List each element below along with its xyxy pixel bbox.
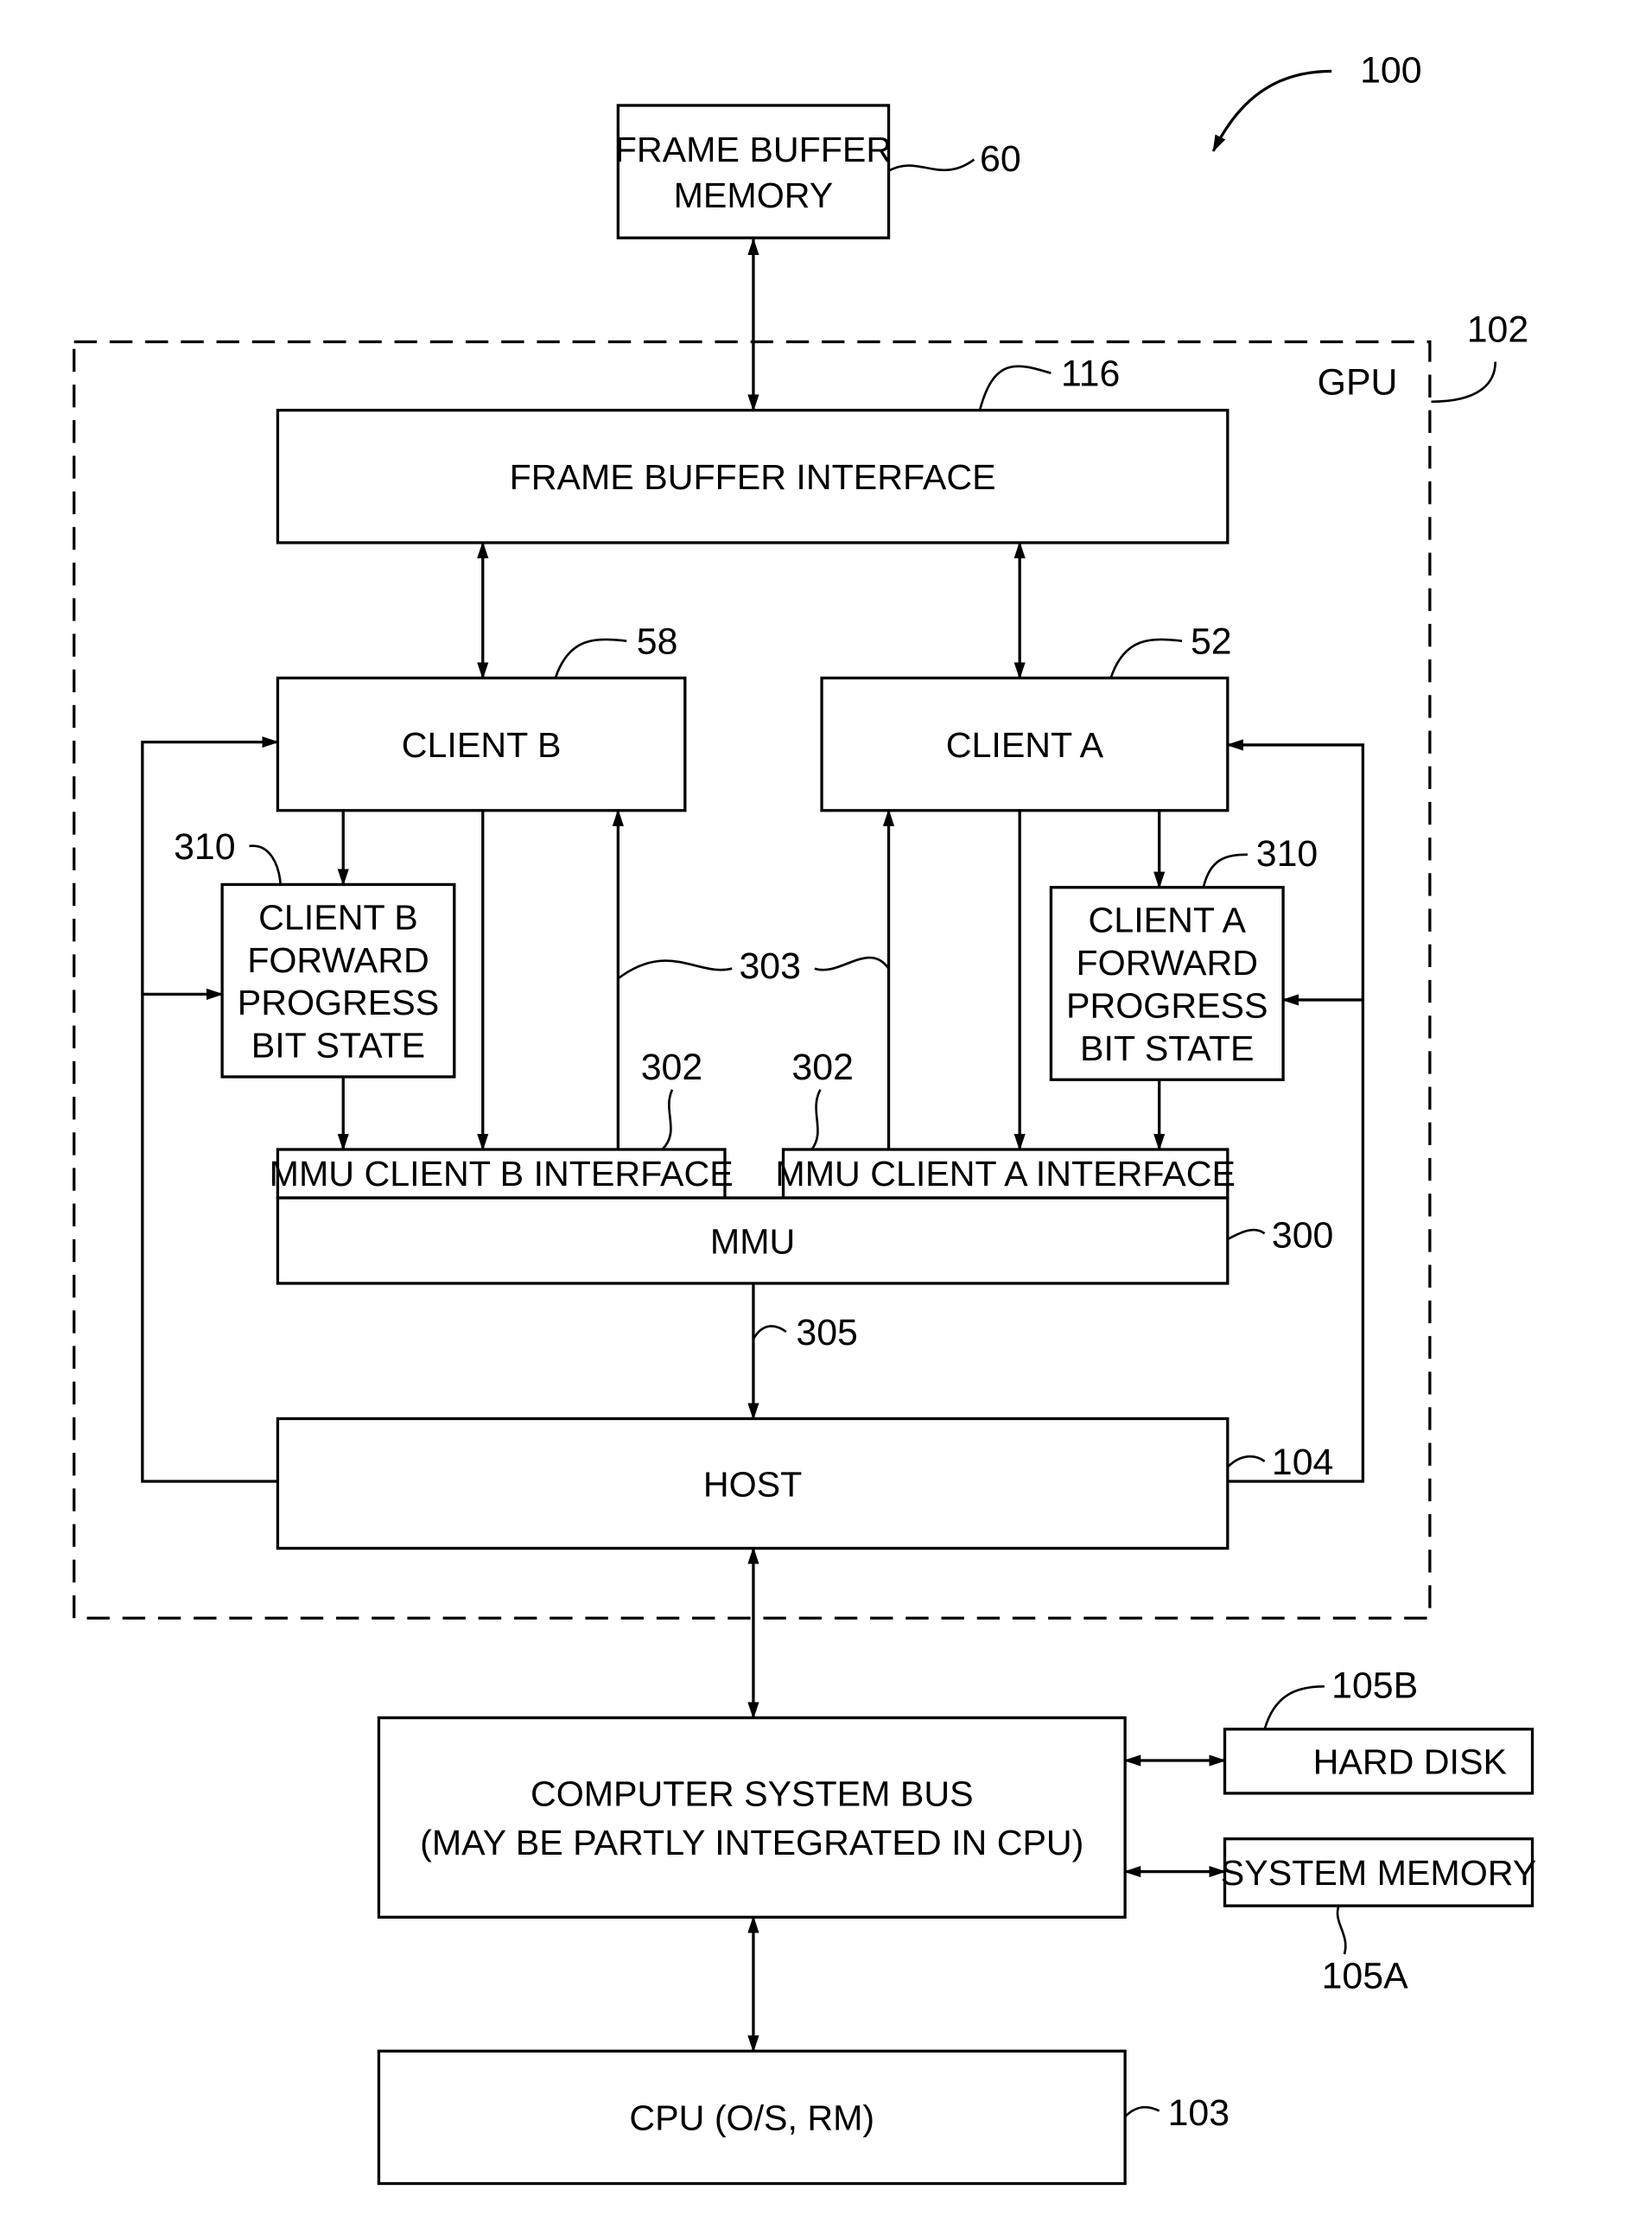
- ref-305-leader: [752, 1325, 787, 1340]
- ref-310-a-leader: [1202, 853, 1248, 888]
- client-b-fp-block: CLIENT BFORWARDPROGRESS BIT STATE: [220, 882, 456, 1079]
- host-block: HOST: [276, 1417, 1229, 1550]
- system-bus-label: (MAY BE PARTLY INTEGRATED IN CPU): [420, 1823, 1083, 1862]
- client-b-fp-label: BIT STATE: [251, 1026, 425, 1066]
- ref-103-leader: [1124, 2105, 1160, 2117]
- ref-105b: 105B: [1263, 1665, 1418, 1730]
- mmu-label: MMU: [710, 1221, 795, 1261]
- ref-310-b: 310: [174, 826, 283, 885]
- mmu-client-a-interface-label: MMU CLIENT A INTERFACE: [775, 1154, 1236, 1194]
- ref-116-number: 116: [1061, 353, 1120, 395]
- ref-300-leader: [1227, 1228, 1266, 1241]
- client-a-fp-block: CLIENT AFORWARDPROGRESSBIT STATE: [1049, 886, 1285, 1081]
- frame-buffer-interface-block: FRAME BUFFER INTERFACE: [276, 408, 1229, 544]
- system-memory-block: SYSTEM MEMORY: [1221, 1837, 1536, 1907]
- client-b-fp-label: CLIENT B: [258, 897, 418, 937]
- hard-disk-label: HARD DISK: [1313, 1742, 1508, 1782]
- ref-60-number: 60: [980, 138, 1021, 180]
- gpu-label: GPU: [1318, 362, 1398, 404]
- ref-105a: 105A: [1322, 1905, 1408, 1997]
- ref-302-b-number: 302: [641, 1047, 702, 1088]
- ref-116-leader: [978, 365, 1052, 411]
- ref-302-b: 302: [641, 1047, 702, 1150]
- ref-305-number: 305: [796, 1312, 857, 1353]
- ref-302-b-leader: [661, 1089, 674, 1150]
- client-b-label: CLIENT B: [402, 725, 562, 765]
- ref-302-a: 302: [791, 1047, 854, 1150]
- client-a-fp-label: PROGRESS: [1066, 986, 1268, 1026]
- client-a-fp-label: FORWARD: [1076, 943, 1258, 983]
- ref-105a-leader: [1336, 1905, 1347, 1955]
- ref-105b-leader: [1263, 1685, 1325, 1730]
- client-b-block: CLIENT B: [276, 676, 687, 812]
- ref-300: 300: [1227, 1215, 1333, 1257]
- mmu-client-b-interface-block: MMU CLIENT B INTERFACE: [270, 1148, 734, 1200]
- client-a-fp-label: BIT STATE: [1080, 1028, 1254, 1068]
- ref-116: 116: [978, 353, 1120, 411]
- ref-302-a-number: 302: [791, 1047, 853, 1088]
- gpu-ref-number: 102: [1467, 309, 1528, 351]
- ref-310-b-number: 310: [174, 826, 235, 868]
- ref-52-number: 52: [1191, 621, 1232, 662]
- client-a-label: CLIENT A: [946, 725, 1104, 765]
- figure-ref-arrow: [1211, 69, 1332, 153]
- ref-310-a: 310: [1202, 833, 1318, 888]
- client-b-fp-label: PROGRESS: [238, 983, 439, 1022]
- ref-58-number: 58: [637, 621, 678, 662]
- system-bus-box: [377, 1716, 1127, 1919]
- ref-60: 60: [887, 138, 1021, 180]
- mmu-block: MMU: [276, 1196, 1229, 1285]
- system-memory-label: SYSTEM MEMORY: [1221, 1853, 1536, 1893]
- ref-305: 305: [752, 1312, 858, 1353]
- ref-103-number: 103: [1168, 2092, 1229, 2134]
- mmu-client-a-interface-block: MMU CLIENT A INTERFACE: [775, 1148, 1236, 1200]
- ref-104: 104: [1226, 1442, 1333, 1483]
- cpu-block: CPU (O/S, RM): [377, 2049, 1127, 2186]
- ref-104-number: 104: [1272, 1442, 1333, 1483]
- frame-buffer-memory-block: FRAME BUFFER MEMORY: [615, 104, 892, 239]
- frame-buffer-memory-label: MEMORY: [674, 175, 834, 215]
- ref-58-leader: [554, 638, 627, 678]
- frame-buffer-interface-label: FRAME BUFFER INTERFACE: [510, 457, 996, 497]
- cpu-label: CPU (O/S, RM): [629, 2098, 874, 2138]
- ref-105b-number: 105B: [1331, 1665, 1418, 1707]
- ref-58: 58: [554, 621, 678, 678]
- frame-buffer-memory-box: [616, 104, 891, 239]
- ref-103: 103: [1124, 2092, 1229, 2134]
- ref-52-leader: [1109, 638, 1183, 678]
- ref-104-leader: [1226, 1455, 1266, 1468]
- ref-60-leader: [887, 158, 975, 172]
- hard-disk-block: HARD DISK: [1223, 1728, 1534, 1795]
- host-label: HOST: [703, 1464, 802, 1504]
- ref-310-b-leader: [249, 844, 283, 885]
- ref-302-a-leader: [810, 1089, 822, 1150]
- ref-303: 303: [617, 945, 890, 987]
- ref-52: 52: [1109, 621, 1232, 678]
- figure-ref-number: 100: [1360, 50, 1421, 92]
- ref-300-number: 300: [1272, 1215, 1333, 1257]
- gpu-leader-line: [1431, 361, 1497, 404]
- ref-303-number: 303: [739, 945, 800, 987]
- system-bus-block: COMPUTER SYSTEM BUS (MAY BE PARTLY INTEGR…: [377, 1716, 1127, 1919]
- gpu-block-diagram: GPU 102 100 FRAME BUFFERMEMORYFRAME BUFF…: [73, 50, 1536, 2186]
- frame-buffer-memory-label: FRAME BUFFER: [615, 130, 892, 169]
- client-b-fp-label: FORWARD: [247, 940, 429, 980]
- client-a-fp-label: CLIENT A: [1089, 901, 1247, 940]
- system-bus-label: COMPUTER SYSTEM BUS: [531, 1774, 974, 1814]
- ref-105a-number: 105A: [1322, 1956, 1408, 1997]
- mmu-client-b-interface-label: MMU CLIENT B INTERFACE: [270, 1154, 734, 1194]
- client-a-block: CLIENT A: [820, 676, 1229, 812]
- ref-310-a-number: 310: [1256, 833, 1318, 875]
